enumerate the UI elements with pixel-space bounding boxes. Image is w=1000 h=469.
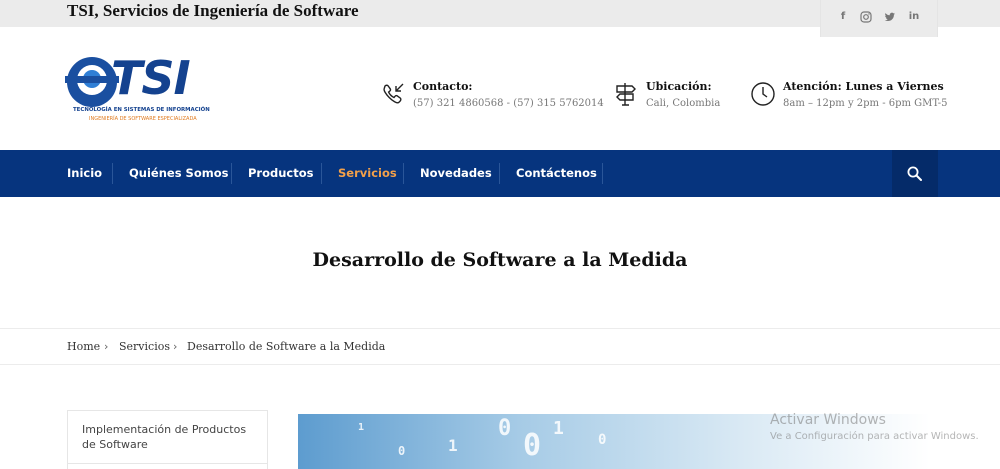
contact-label: Contacto: (413, 80, 473, 93)
instagram-icon[interactable] (860, 11, 872, 23)
search-button[interactable] (892, 150, 938, 197)
sidebar-item-implementacion[interactable]: Implementación de Productos de Software (82, 422, 262, 452)
hours-value: 8am – 12pm y 2pm - 6pm GMT-5 (783, 98, 948, 109)
social-links: f in (820, 0, 938, 37)
breadcrumb: Home › Servicios › Desarrollo de Softwar… (0, 328, 1000, 365)
tsi-logo[interactable]: TSI TECNOLOGÍA EN SISTEMAS DE INFORMACIÓ… (65, 51, 217, 127)
nav-item-quienes-somos[interactable]: Quiénes Somos (129, 150, 228, 197)
main-nav: Inicio Quiénes Somos Productos Servicios… (0, 150, 1000, 197)
logo-brand-text: TSI (111, 51, 191, 105)
activation-watermark: Activar Windows (770, 412, 886, 428)
logo-subtagline: INGENIERÍA DE SOFTWARE ESPECIALIZADA (89, 116, 197, 122)
signpost-icon (616, 83, 636, 106)
search-icon (907, 166, 922, 181)
location-label: Ubicación: (646, 80, 712, 93)
nav-item-inicio[interactable]: Inicio (67, 150, 102, 197)
linkedin-icon[interactable]: in (908, 11, 920, 23)
breadcrumb-current: Desarrollo de Software a la Medida (187, 340, 386, 353)
nav-item-productos[interactable]: Productos (248, 150, 313, 197)
logo-tagline: TECNOLOGÍA EN SISTEMAS DE INFORMACIÓN (73, 107, 210, 113)
nav-item-novedades[interactable]: Novedades (420, 150, 492, 197)
facebook-icon[interactable]: f (837, 11, 849, 23)
site-title: TSI, Servicios de Ingeniería de Software (67, 1, 359, 20)
breadcrumb-home[interactable]: Home (67, 340, 100, 353)
phone-icon (383, 83, 404, 104)
clock-icon (751, 82, 775, 106)
contact-phones[interactable]: (57) 321 4860568 - (57) 315 5762014 (413, 98, 604, 109)
nav-item-servicios[interactable]: Servicios (338, 150, 397, 197)
page-title: Desarrollo de Software a la Medida (312, 249, 688, 271)
chevron-right-icon: › (173, 340, 178, 353)
twitter-icon[interactable] (884, 11, 896, 23)
nav-item-contactenos[interactable]: Contáctenos (516, 150, 597, 197)
breadcrumb-servicios[interactable]: Servicios (119, 340, 170, 353)
chevron-right-icon: › (104, 340, 109, 353)
services-sidebar: Implementación de Productos de Software (67, 410, 268, 469)
activation-watermark-subtitle: Ve a Configuración para activar Windows. (770, 431, 979, 442)
hours-label: Atención: Lunes a Viernes (783, 80, 944, 93)
location-value: Cali, Colombia (646, 98, 721, 109)
